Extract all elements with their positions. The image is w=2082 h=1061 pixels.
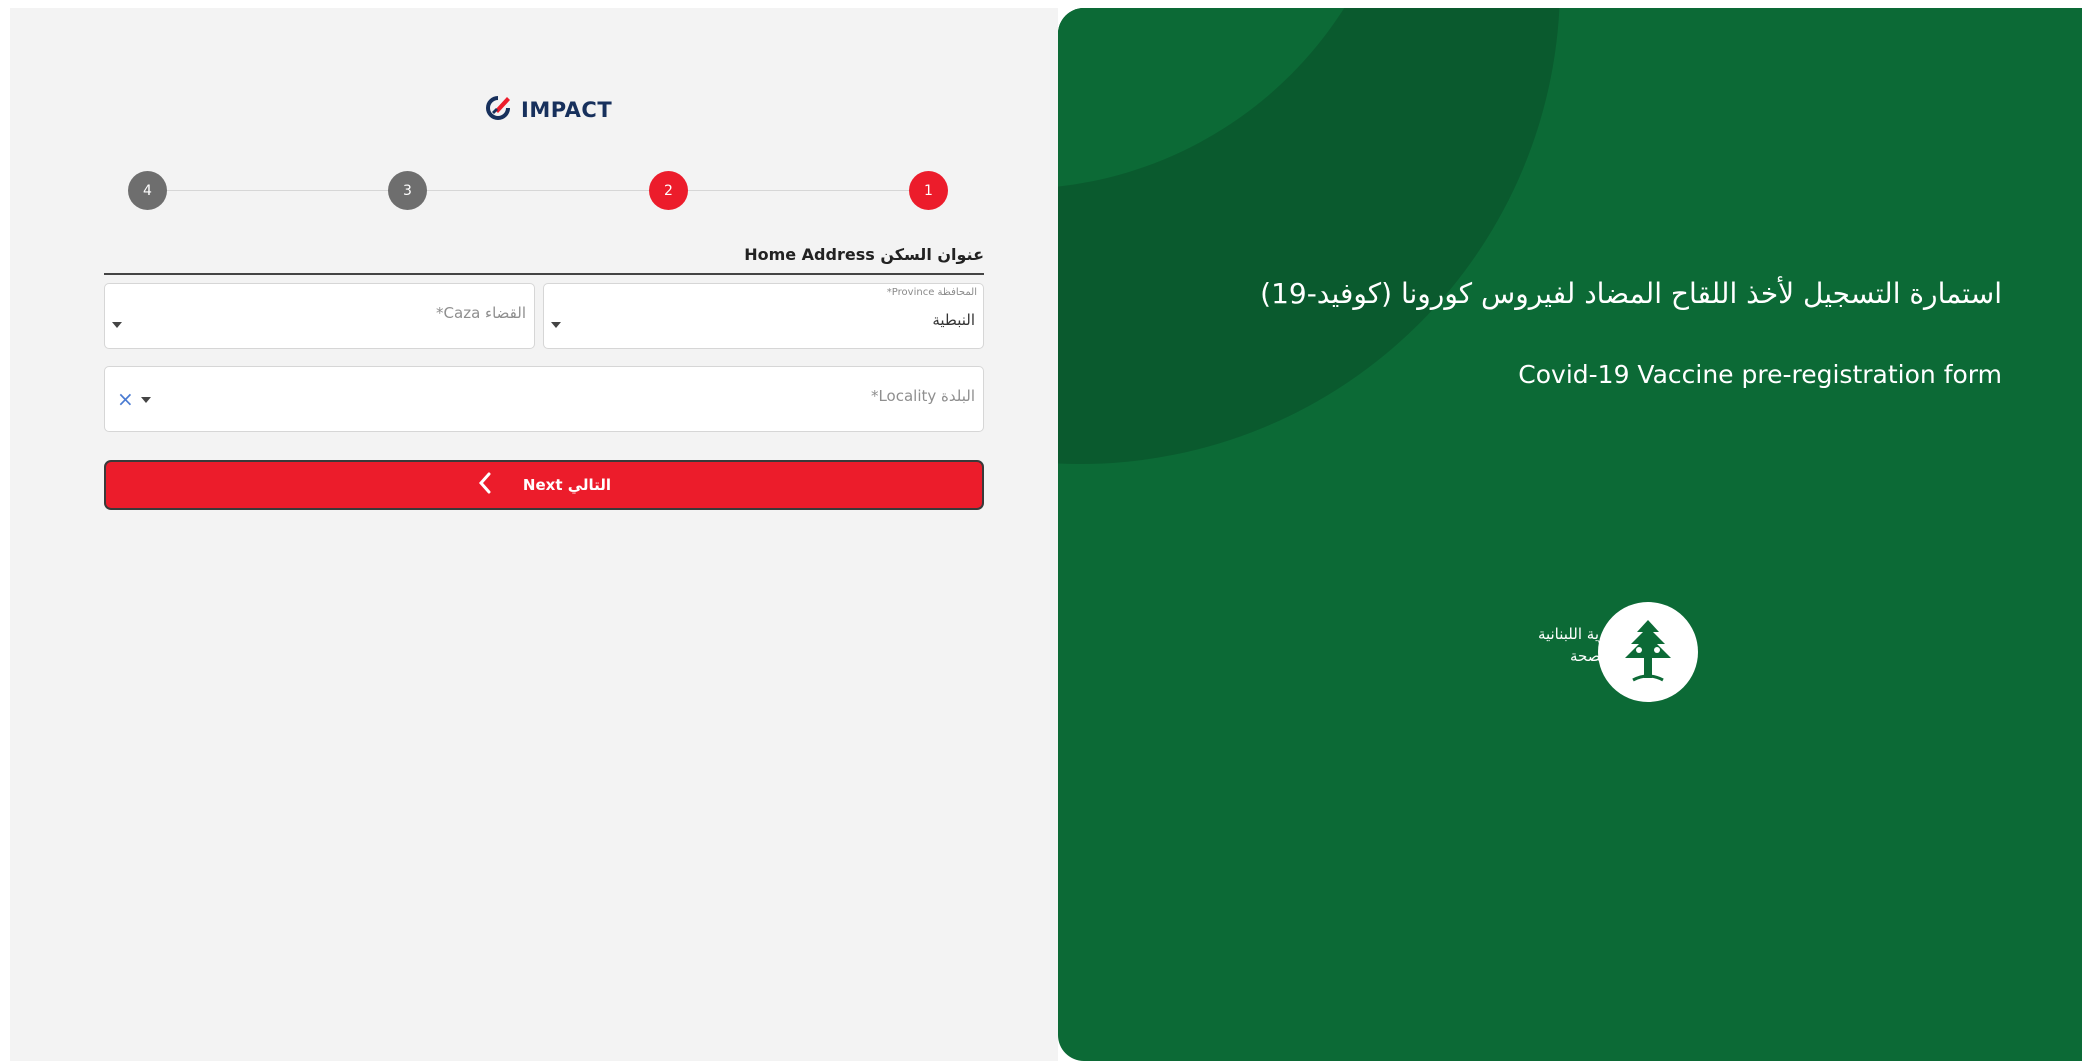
locality-placeholder: البلدة Locality* xyxy=(870,387,975,405)
impact-logo: IMPACT xyxy=(483,94,612,126)
step-3[interactable]: 3 xyxy=(388,171,427,210)
province-label: المحافظة Province* xyxy=(886,287,977,298)
caza-placeholder: القضاء Caza* xyxy=(436,304,526,322)
chevron-down-icon[interactable] xyxy=(112,322,122,328)
chevron-down-icon[interactable] xyxy=(141,397,151,403)
form-panel: IMPACT 4 3 2 1 عنوان السكن Home Address … xyxy=(10,8,1058,1061)
cedar-emblem-icon xyxy=(1598,602,1698,702)
logo-text: IMPACT xyxy=(521,98,613,122)
chevron-down-icon[interactable] xyxy=(551,322,561,328)
section-divider xyxy=(104,273,984,275)
form-title-arabic: استمارة التسجيل لأخذ اللقاح المضاد لفيرو… xyxy=(1260,277,2002,310)
info-panel: استمارة التسجيل لأخذ اللقاح المضاد لفيرو… xyxy=(1058,8,2082,1061)
step-2[interactable]: 2 xyxy=(649,171,688,210)
step-1[interactable]: 1 xyxy=(909,171,948,210)
form-title-english: Covid-19 Vaccine pre-registration form xyxy=(1518,360,2002,389)
caza-select[interactable]: القضاء Caza* xyxy=(104,283,535,349)
next-button[interactable]: التالي Next xyxy=(104,460,984,510)
clear-icon[interactable]: × xyxy=(117,389,134,409)
province-value: النبطية xyxy=(932,311,975,329)
locality-select[interactable]: البلدة Locality* × xyxy=(104,366,984,432)
impact-logo-icon xyxy=(483,94,513,126)
province-select[interactable]: المحافظة Province* النبطية xyxy=(543,283,984,349)
step-4[interactable]: 4 xyxy=(128,171,167,210)
stepper-line xyxy=(158,190,938,191)
section-title: عنوان السكن Home Address xyxy=(744,245,984,264)
next-button-label: التالي Next xyxy=(522,476,612,494)
chevron-left-icon xyxy=(477,472,493,498)
